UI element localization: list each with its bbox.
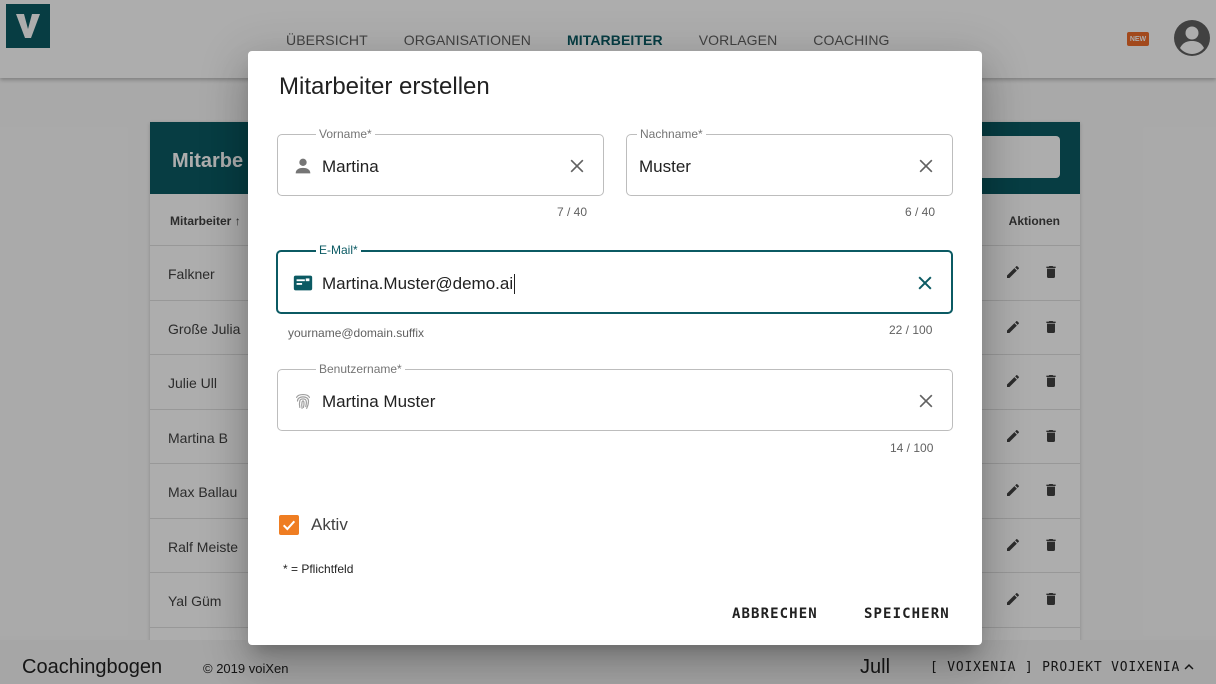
firstname-field[interactable]: Vorname* Martina (277, 126, 604, 196)
email-input[interactable]: Martina.Muster@demo.ai (322, 274, 516, 294)
firstname-counter: 7 / 40 (557, 205, 588, 219)
lastname-value: Muster (639, 157, 691, 176)
clear-lastname-icon[interactable] (916, 156, 936, 176)
clear-firstname-icon[interactable] (567, 156, 587, 176)
active-checkbox[interactable] (279, 515, 299, 535)
text-caret (514, 274, 516, 294)
email-field[interactable]: E-Mail* Martina.Muster@demo.ai (276, 242, 953, 314)
cancel-button[interactable]: ABBRECHEN (732, 606, 818, 622)
username-field[interactable]: Benutzername* Martina Muster (277, 361, 953, 431)
active-checkbox-label: Aktiv (311, 515, 348, 534)
username-label: Benutzername* (316, 361, 405, 377)
email-counter: 22 / 100 (889, 323, 933, 337)
firstname-value: Martina (322, 157, 379, 176)
contact-mail-icon (293, 275, 313, 291)
create-employee-dialog: Mitarbeiter erstellen Vorname* Martina 7… (248, 51, 982, 645)
dialog-title: Mitarbeiter erstellen (279, 73, 490, 100)
email-label: E-Mail* (316, 242, 361, 258)
required-field-note: * = Pflichtfeld (283, 562, 354, 576)
fingerprint-icon (295, 393, 311, 409)
active-checkbox-row[interactable]: Aktiv (279, 515, 348, 535)
firstname-label: Vorname* (316, 126, 375, 142)
username-value: Martina Muster (322, 392, 436, 411)
save-button[interactable]: SPEICHERN (864, 606, 950, 622)
check-icon (282, 520, 296, 531)
lastname-counter: 6 / 40 (905, 205, 936, 219)
email-hint: yourname@domain.suffix (288, 326, 425, 340)
username-counter: 14 / 100 (890, 441, 934, 455)
lastname-field[interactable]: Nachname* Muster (626, 126, 953, 196)
clear-email-icon[interactable] (915, 273, 935, 293)
person-icon (295, 158, 311, 174)
lastname-label: Nachname* (637, 126, 706, 142)
clear-username-icon[interactable] (916, 391, 936, 411)
